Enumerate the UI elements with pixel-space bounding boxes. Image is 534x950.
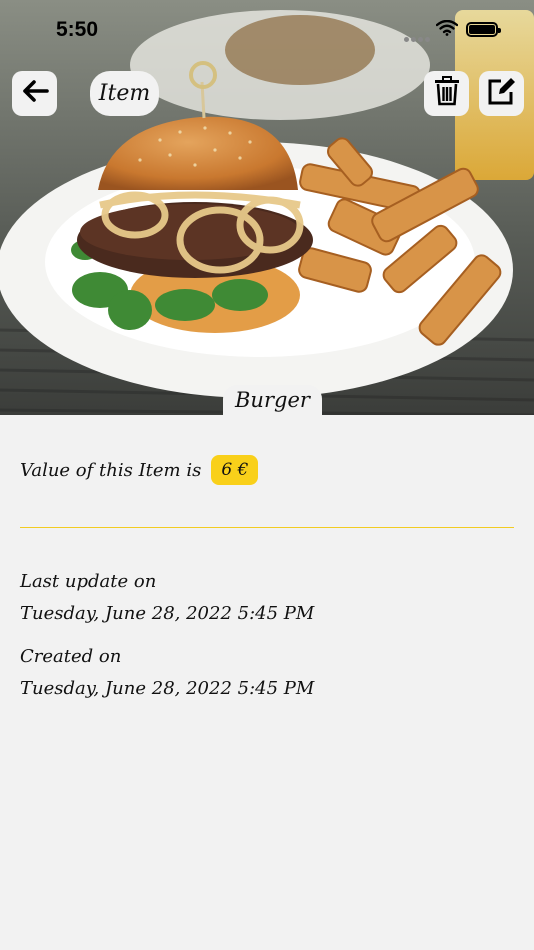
created-value: Tuesday, June 28, 2022 5:45 PM <box>20 678 315 699</box>
arrow-left-icon <box>21 79 49 108</box>
wifi-icon <box>435 19 459 41</box>
item-photo <box>0 0 534 415</box>
last-update-value: Tuesday, June 28, 2022 5:45 PM <box>20 603 315 624</box>
value-label: Value of this Item is <box>20 459 202 481</box>
last-update-label: Last update on <box>20 571 157 592</box>
page-title: Item <box>90 71 159 116</box>
delete-button[interactable] <box>424 71 469 116</box>
divider <box>20 527 514 528</box>
status-time: 5:50 <box>56 18 99 41</box>
value-row: Value of this Item is 6 € <box>20 455 259 485</box>
cellular-signal-icon <box>404 29 432 47</box>
edit-button[interactable] <box>479 71 524 116</box>
created-label: Created on <box>20 646 122 667</box>
status-bar: 5:50 <box>0 0 534 60</box>
item-name: Burger <box>223 385 322 415</box>
value-badge: 6 € <box>211 455 259 485</box>
battery-icon <box>466 22 501 37</box>
edit-icon <box>487 77 517 110</box>
trash-icon <box>434 76 460 111</box>
back-button[interactable] <box>12 71 57 116</box>
